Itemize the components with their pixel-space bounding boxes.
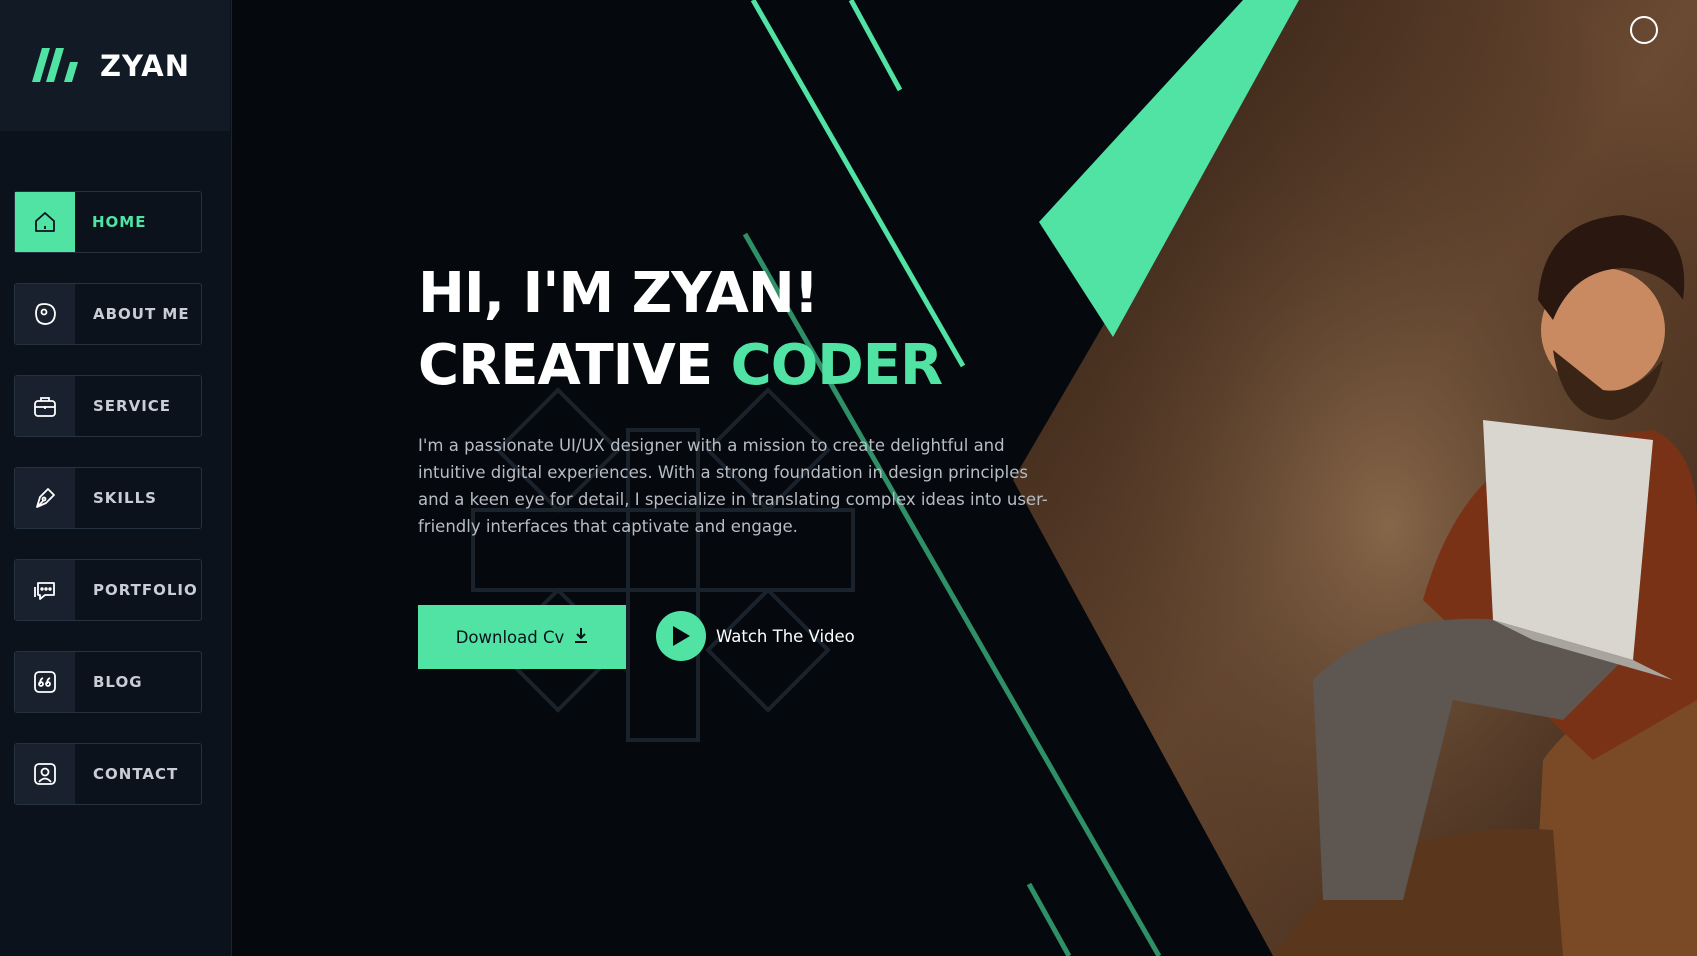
hero-line-2-accent: CODER [730, 333, 944, 398]
play-icon [656, 611, 706, 661]
nav-label-portfolio: PORTFOLIO [93, 581, 198, 599]
download-icon [574, 627, 588, 647]
nav-item-blog[interactable]: BLOG [14, 651, 202, 713]
brand-name: ZYAN [100, 48, 190, 83]
watch-video-label: Watch The Video [716, 626, 855, 646]
hero-heading: HI, I'M ZYAN! CREATIVE CODER [418, 258, 944, 402]
nav-item-service[interactable]: SERVICE [14, 375, 202, 437]
main-nav: HOME ABOUT ME SERVICE SKILLS PORTFOLIO B… [14, 191, 202, 835]
nav-item-skills[interactable]: SKILLS [14, 467, 202, 529]
hero-line-1: HI, I'M ZYAN! [418, 261, 819, 326]
user-icon [15, 744, 75, 804]
nav-label-contact: CONTACT [93, 765, 179, 783]
quote-icon [15, 652, 75, 712]
hero-description: I'm a passionate UI/UX designer with a m… [418, 436, 1048, 536]
hero-line-2-plain: CREATIVE [418, 333, 731, 398]
brand[interactable]: ZYAN [0, 0, 230, 131]
chat-bubbles-icon [15, 560, 75, 620]
hero-line-2: CREATIVE CODER [418, 330, 944, 402]
pen-tool-icon [15, 468, 75, 528]
sidebar: ZYAN HOME ABOUT ME SERVICE SKILLS PORTFO… [0, 0, 232, 956]
cursor-ring [1630, 16, 1658, 44]
nav-item-contact[interactable]: CONTACT [14, 743, 202, 805]
nav-item-about[interactable]: ABOUT ME [14, 283, 202, 345]
face-icon [15, 284, 75, 344]
nav-label-home: HOME [92, 213, 147, 231]
download-cv-button[interactable]: Download Cv [418, 605, 626, 669]
slashes-logo-icon [32, 44, 84, 88]
briefcase-icon [15, 376, 75, 436]
nav-item-portfolio[interactable]: PORTFOLIO [14, 559, 202, 621]
nav-item-home[interactable]: HOME [14, 191, 202, 253]
download-cv-label: Download Cv [455, 627, 565, 647]
nav-label-blog: BLOG [93, 673, 143, 691]
nav-label-about: ABOUT ME [93, 305, 190, 323]
nav-label-skills: SKILLS [93, 489, 157, 507]
nav-label-service: SERVICE [93, 397, 172, 415]
home-icon [15, 192, 75, 252]
watch-video-button[interactable]: Watch The Video [656, 611, 855, 661]
